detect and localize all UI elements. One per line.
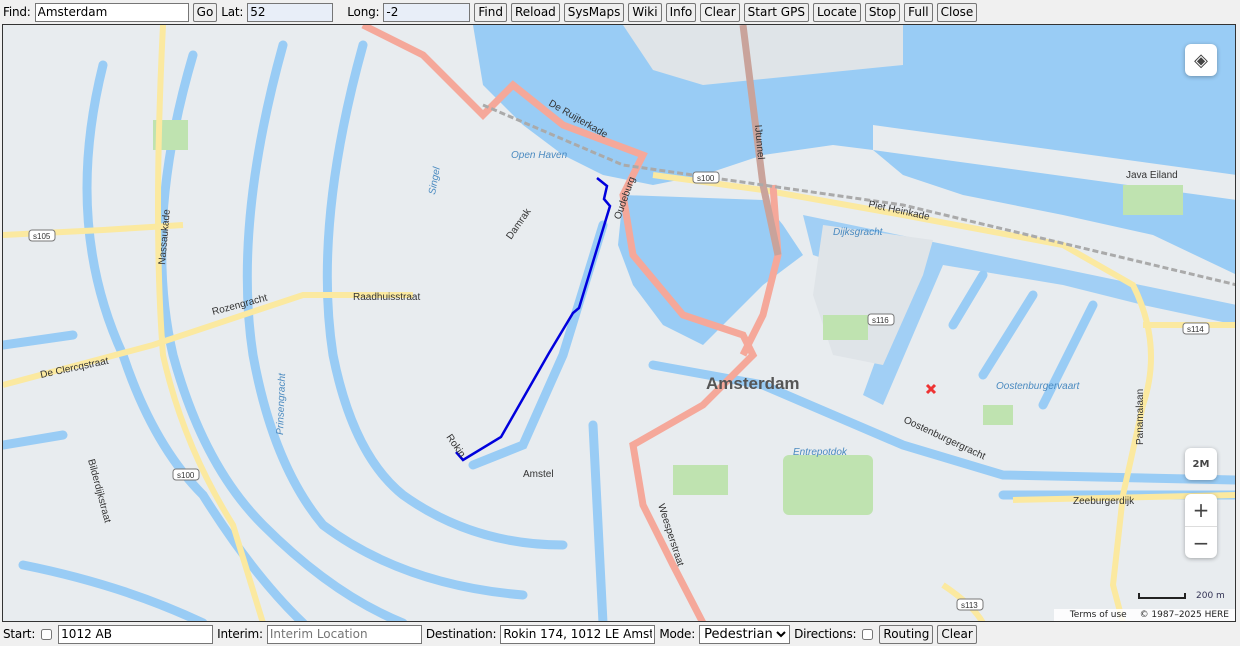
map-label: Bilderdijkstraat: [85, 458, 113, 524]
routing-clear-button[interactable]: Clear: [937, 624, 977, 644]
clear-button[interactable]: Clear: [700, 2, 740, 22]
top-toolbar: Find: Go Lat: Long: Find Reload SysMaps …: [0, 0, 978, 24]
map-label: Java Eiland: [1126, 170, 1178, 181]
map-label: Piet Heinkade: [867, 199, 931, 223]
zoom-out-button[interactable]: −: [1185, 526, 1217, 558]
map-view[interactable]: Amsterdam De Ruijterkade Piet Heinkade I…: [2, 24, 1236, 622]
map-label: Open Haven: [511, 150, 568, 161]
info-button[interactable]: Info: [665, 2, 697, 22]
find-input[interactable]: [34, 2, 189, 22]
mode-label: Mode:: [659, 627, 696, 641]
locate-button[interactable]: Locate: [812, 2, 861, 22]
close-button[interactable]: Close: [936, 2, 978, 22]
map-label: Oostenburgervaart: [996, 381, 1081, 392]
interim-input[interactable]: [266, 624, 422, 644]
long-input[interactable]: [383, 2, 471, 22]
lat-label: Lat:: [221, 5, 244, 19]
start-input[interactable]: [58, 624, 214, 644]
map-label: Panamalaan: [1135, 389, 1146, 445]
reload-button[interactable]: Reload: [510, 2, 560, 22]
destination-marker-icon: [925, 383, 937, 395]
map-label: s116: [872, 316, 889, 325]
map-label: s105: [33, 232, 51, 241]
map-label: s114: [1187, 325, 1204, 334]
layers-icon: ◈: [1194, 49, 1208, 71]
map-label: s100: [697, 174, 715, 183]
map-label: Amstel: [523, 469, 554, 480]
scale-label: 200 m: [1196, 591, 1225, 601]
find-button[interactable]: Find: [474, 2, 507, 22]
map-label: Dijksgracht: [833, 227, 884, 238]
lat-input[interactable]: [247, 2, 334, 22]
directions-checkbox[interactable]: [862, 628, 874, 640]
map-label: De Clercqstraat: [39, 356, 109, 381]
map-label: Singel: [427, 165, 443, 195]
destination-input[interactable]: [500, 624, 656, 644]
scale-toggle-button[interactable]: 2M: [1185, 448, 1217, 480]
scale-bar: [1138, 593, 1186, 599]
zoom-in-button[interactable]: +: [1193, 494, 1210, 526]
go-button[interactable]: Go: [192, 2, 218, 22]
map-label: Raadhuisstraat: [353, 292, 420, 303]
sysmaps-button[interactable]: SysMaps: [563, 2, 625, 22]
mode-select[interactable]: Pedestrian: [699, 624, 791, 644]
map-canvas: Amsterdam De Ruijterkade Piet Heinkade I…: [3, 25, 1235, 621]
wiki-button[interactable]: Wiki: [628, 2, 662, 22]
find-label: Find:: [3, 5, 31, 19]
full-button[interactable]: Full: [904, 2, 933, 22]
layers-button[interactable]: ◈: [1185, 44, 1217, 76]
city-label: Amsterdam: [706, 374, 800, 393]
routing-bar: Start: Interim: Destination: Mode: Pedes…: [0, 622, 977, 646]
stop-button[interactable]: Stop: [864, 2, 901, 22]
map-label: s113: [961, 601, 978, 610]
map-label: Entrepotdok: [793, 447, 848, 458]
long-label: Long:: [347, 5, 380, 19]
routing-button[interactable]: Routing: [879, 624, 934, 644]
directions-label: Directions:: [794, 627, 857, 641]
start-label: Start:: [3, 627, 36, 641]
map-label: Rokin: [444, 432, 468, 459]
map-label: Damrak: [504, 206, 534, 242]
start-gps-button[interactable]: Start GPS: [743, 2, 809, 22]
map-label: Prinsengracht: [275, 372, 288, 435]
start-checkbox[interactable]: [41, 628, 53, 640]
terms-link[interactable]: Terms of use: [1070, 610, 1127, 620]
map-footer: Terms of use © 1987–2025 HERE: [1053, 609, 1235, 621]
map-label: s100: [177, 471, 195, 480]
destination-label: Destination:: [425, 627, 497, 641]
copyright-text: © 1987–2025 HERE: [1139, 610, 1229, 620]
map-label: Zeeburgerdijk: [1073, 496, 1135, 507]
interim-label: Interim:: [217, 627, 263, 641]
